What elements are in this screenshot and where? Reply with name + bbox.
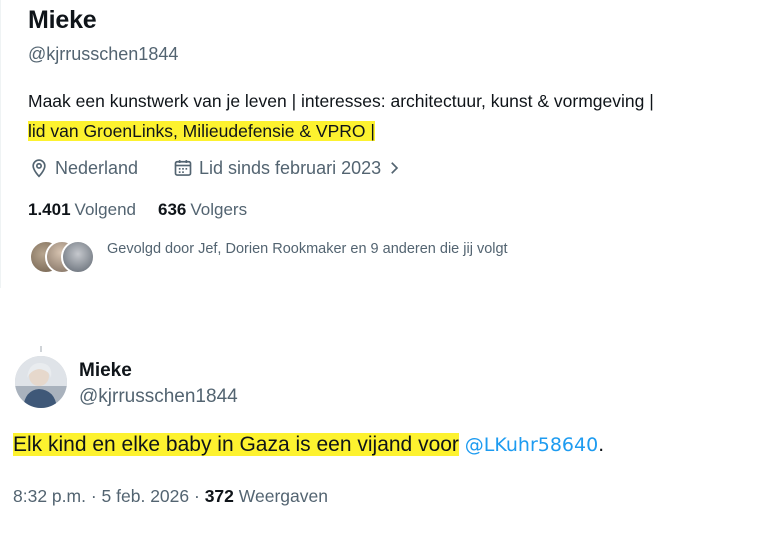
bio-line-2-highlighted: lid van GroenLinks, Milieudefensie & VPR… (28, 121, 375, 141)
following-label: Volgend (74, 200, 136, 219)
tweet-time[interactable]: 8:32 p.m. (13, 486, 86, 506)
tweet-text: Elk kind en elke baby in Gaza is een vij… (13, 431, 604, 459)
followers-count: 636 (158, 200, 187, 219)
followers-you-know-avatars[interactable] (29, 240, 95, 274)
tweet-author-handle[interactable]: @kjrrusschen1844 (79, 386, 238, 408)
tweet-date[interactable]: 5 feb. 2026 (102, 486, 190, 506)
tweet-views-count: 372 (204, 486, 234, 506)
chevron-right-icon (391, 162, 399, 174)
tweet-text-end: . (598, 433, 605, 456)
meta-separator: · (90, 486, 97, 506)
location-icon (32, 159, 46, 178)
followed-by-text[interactable]: Gevolgd door Jef, Dorien Rookmaker en 9 … (107, 241, 508, 257)
tweet-mention-link[interactable]: @LKuhr58640 (465, 434, 598, 456)
tweet-author-name[interactable]: Mieke (79, 360, 132, 382)
profile-location: Nederland (29, 156, 138, 180)
following-link[interactable]: 1.401 Volgend (28, 200, 136, 220)
followers-label: Volgers (190, 200, 248, 219)
profile-card: Mieke @kjrrusschen1844 Maak een kunstwer… (0, 0, 768, 288)
bio-line-1: Maak een kunstwerk van je leven | intere… (28, 91, 654, 111)
profile-stats: 1.401 Volgend 636 Volgers (28, 200, 247, 220)
location-text: Nederland (55, 157, 139, 178)
avatar[interactable] (15, 356, 67, 408)
tweet-text-highlighted: Elk kind en elke baby in Gaza is een vij… (13, 433, 459, 456)
profile-name: Mieke (28, 6, 97, 34)
followers-link[interactable]: 636 Volgers (158, 200, 247, 220)
avatar (61, 240, 95, 274)
following-count: 1.401 (28, 200, 71, 219)
tweet-views-label: Weergaven (238, 486, 328, 506)
tweet-meta: 8:32 p.m. · 5 feb. 2026 · 372 Weergaven (13, 486, 328, 507)
profile-joined[interactable]: Lid sinds februari 2023 (173, 156, 409, 180)
thread-line (40, 346, 42, 352)
joined-text: Lid sinds februari 2023 (199, 157, 382, 178)
meta-separator: · (194, 486, 200, 506)
calendar-icon (174, 160, 192, 176)
profile-bio: Maak een kunstwerk van je leven | intere… (28, 86, 654, 146)
profile-handle[interactable]: @kjrrusschen1844 (28, 44, 178, 65)
